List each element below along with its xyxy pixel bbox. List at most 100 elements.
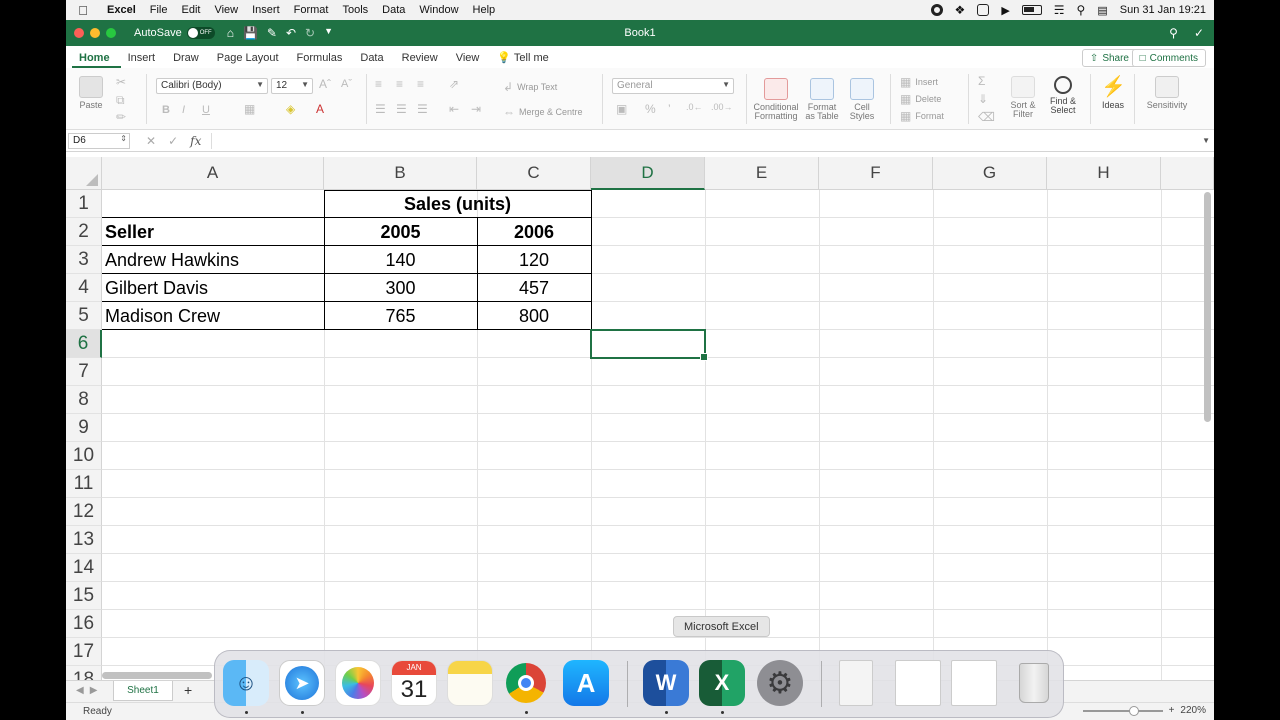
- app-store-icon[interactable]: A: [563, 660, 609, 706]
- align-center-icon[interactable]: ☰: [396, 102, 407, 116]
- row-header-7[interactable]: 7: [66, 358, 102, 386]
- paste-button[interactable]: Paste: [74, 76, 108, 110]
- sort-filter-button[interactable]: Sort & Filter: [1004, 76, 1042, 119]
- tab-home[interactable]: Home: [72, 52, 121, 68]
- dropbox-icon[interactable]: ❖: [955, 3, 966, 17]
- notes-icon[interactable]: [447, 660, 493, 706]
- tell-me-search[interactable]: 💡 Tell me: [490, 51, 559, 68]
- safari-icon[interactable]: ➤: [279, 660, 325, 706]
- menu-format[interactable]: Format: [287, 4, 336, 16]
- cell-a2-seller[interactable]: Seller: [102, 218, 324, 246]
- underline-button[interactable]: U: [202, 104, 210, 116]
- clear-icon[interactable]: ⌫: [978, 110, 995, 124]
- drive-icon[interactable]: [977, 4, 990, 16]
- format-painter-icon[interactable]: ✏: [116, 110, 126, 124]
- align-top-icon[interactable]: ≡: [375, 77, 382, 91]
- insert-cells-button[interactable]: ▦ Insert: [900, 75, 938, 89]
- insert-function-icon[interactable]: fx: [190, 134, 201, 148]
- finder-icon[interactable]: ☺: [223, 660, 269, 706]
- sheet-tab-sheet1[interactable]: Sheet1: [113, 681, 173, 701]
- column-header-c[interactable]: C: [477, 157, 591, 190]
- sheet-nav-arrows[interactable]: ◀▶: [76, 685, 103, 696]
- tab-review[interactable]: Review: [395, 52, 449, 68]
- row-header-1[interactable]: 1: [66, 190, 102, 218]
- recent-word-window-icon[interactable]: [951, 660, 997, 706]
- column-header-a[interactable]: A: [102, 157, 324, 190]
- row-header-13[interactable]: 13: [66, 526, 102, 554]
- cancel-formula-icon[interactable]: ✕: [146, 134, 156, 148]
- cell-c5[interactable]: 800: [477, 302, 591, 330]
- row-header-18[interactable]: 18: [66, 666, 102, 680]
- confirm-formula-icon[interactable]: ✓: [168, 134, 178, 148]
- wrap-text-button[interactable]: ↲ Wrap Text: [503, 80, 557, 94]
- menu-insert[interactable]: Insert: [245, 4, 287, 16]
- zoom-in-button[interactable]: +: [1169, 705, 1175, 716]
- search-icon[interactable]: ⚲: [1169, 26, 1178, 40]
- column-header-b[interactable]: B: [324, 157, 477, 190]
- increase-indent-icon[interactable]: ⇥: [471, 102, 481, 116]
- column-header-f[interactable]: F: [819, 157, 933, 190]
- bold-button[interactable]: B: [162, 104, 170, 116]
- chrome-icon[interactable]: [503, 660, 549, 706]
- horizontal-scrollbar[interactable]: [102, 672, 212, 679]
- active-cell-d6[interactable]: [590, 329, 708, 361]
- zoom-level[interactable]: 220%: [1180, 705, 1206, 716]
- italic-button[interactable]: I: [182, 104, 185, 116]
- column-header-g[interactable]: G: [933, 157, 1047, 190]
- cell-a3[interactable]: Andrew Hawkins: [102, 246, 324, 274]
- cell-c3[interactable]: 120: [477, 246, 591, 274]
- cell-b4[interactable]: 300: [324, 274, 477, 302]
- save-icon[interactable]: 💾: [243, 26, 258, 40]
- calendar-icon[interactable]: JAN 31: [391, 660, 437, 706]
- spotlight-icon[interactable]: ⚲: [1077, 3, 1086, 17]
- zoom-slider-knob[interactable]: [1128, 705, 1139, 716]
- merge-centre-button[interactable]: ⇔ Merge & Centre: [503, 105, 583, 119]
- comments-button[interactable]: □ Comments: [1131, 49, 1206, 67]
- format-as-table-button[interactable]: Format as Table: [802, 78, 842, 121]
- vertical-scrollbar[interactable]: [1204, 192, 1211, 422]
- cell-a4[interactable]: Gilbert Davis: [102, 274, 324, 302]
- format-cells-button[interactable]: ▦ Format: [900, 109, 944, 123]
- currency-icon[interactable]: ▣: [616, 102, 627, 116]
- excel-icon[interactable]: X: [699, 660, 745, 706]
- row-header-3[interactable]: 3: [66, 246, 102, 274]
- row-header-2[interactable]: 2: [66, 218, 102, 246]
- decrease-font-icon[interactable]: Aˇ: [341, 78, 352, 90]
- align-right-icon[interactable]: ☰: [417, 102, 428, 116]
- cell-c2-2006[interactable]: 2006: [477, 218, 591, 246]
- decrease-indent-icon[interactable]: ⇤: [449, 102, 459, 116]
- menu-window[interactable]: Window: [412, 4, 465, 16]
- font-name-dropdown[interactable]: Calibri (Body) ▼: [156, 78, 268, 94]
- row-header-10[interactable]: 10: [66, 442, 102, 470]
- decrease-decimal-icon[interactable]: .00→: [711, 102, 733, 112]
- menubar-datetime[interactable]: Sun 31 Jan 19:21: [1120, 4, 1206, 16]
- number-format-dropdown[interactable]: General ▼: [612, 78, 734, 94]
- cell-a5[interactable]: Madison Crew: [102, 302, 324, 330]
- apple-icon[interactable]: : [66, 3, 100, 18]
- row-header-6[interactable]: 6: [66, 330, 102, 358]
- comma-style-icon[interactable]: ’: [668, 102, 671, 116]
- home-icon[interactable]: ⌂: [227, 26, 234, 40]
- expand-formula-icon[interactable]: ▼: [1202, 136, 1210, 145]
- zoom-window-button[interactable]: [106, 28, 116, 38]
- borders-icon[interactable]: ▦: [244, 102, 255, 116]
- tab-formulas[interactable]: Formulas: [290, 52, 354, 68]
- formula-input[interactable]: [211, 132, 1202, 149]
- delete-cells-button[interactable]: ▦ Delete: [900, 92, 941, 106]
- ideas-button[interactable]: ⚡ Ideas: [1096, 76, 1130, 110]
- row-header-9[interactable]: 9: [66, 414, 102, 442]
- minimize-window-button[interactable]: [90, 28, 100, 38]
- menu-app-excel[interactable]: Excel: [100, 4, 143, 16]
- cell-c4[interactable]: 457: [477, 274, 591, 302]
- fill-color-icon[interactable]: ◈: [286, 102, 295, 116]
- fill-icon[interactable]: ⇓: [978, 92, 988, 106]
- row-header-16[interactable]: 16: [66, 610, 102, 638]
- trash-icon[interactable]: [1011, 660, 1057, 706]
- align-middle-icon[interactable]: ≡: [396, 77, 403, 91]
- row-header-14[interactable]: 14: [66, 554, 102, 582]
- menu-help[interactable]: Help: [466, 4, 503, 16]
- cell-b2-2005[interactable]: 2005: [324, 218, 477, 246]
- conditional-formatting-button[interactable]: Conditional Formatting: [752, 78, 800, 121]
- increase-decimal-icon[interactable]: .0←: [686, 102, 703, 112]
- tab-insert[interactable]: Insert: [121, 52, 167, 68]
